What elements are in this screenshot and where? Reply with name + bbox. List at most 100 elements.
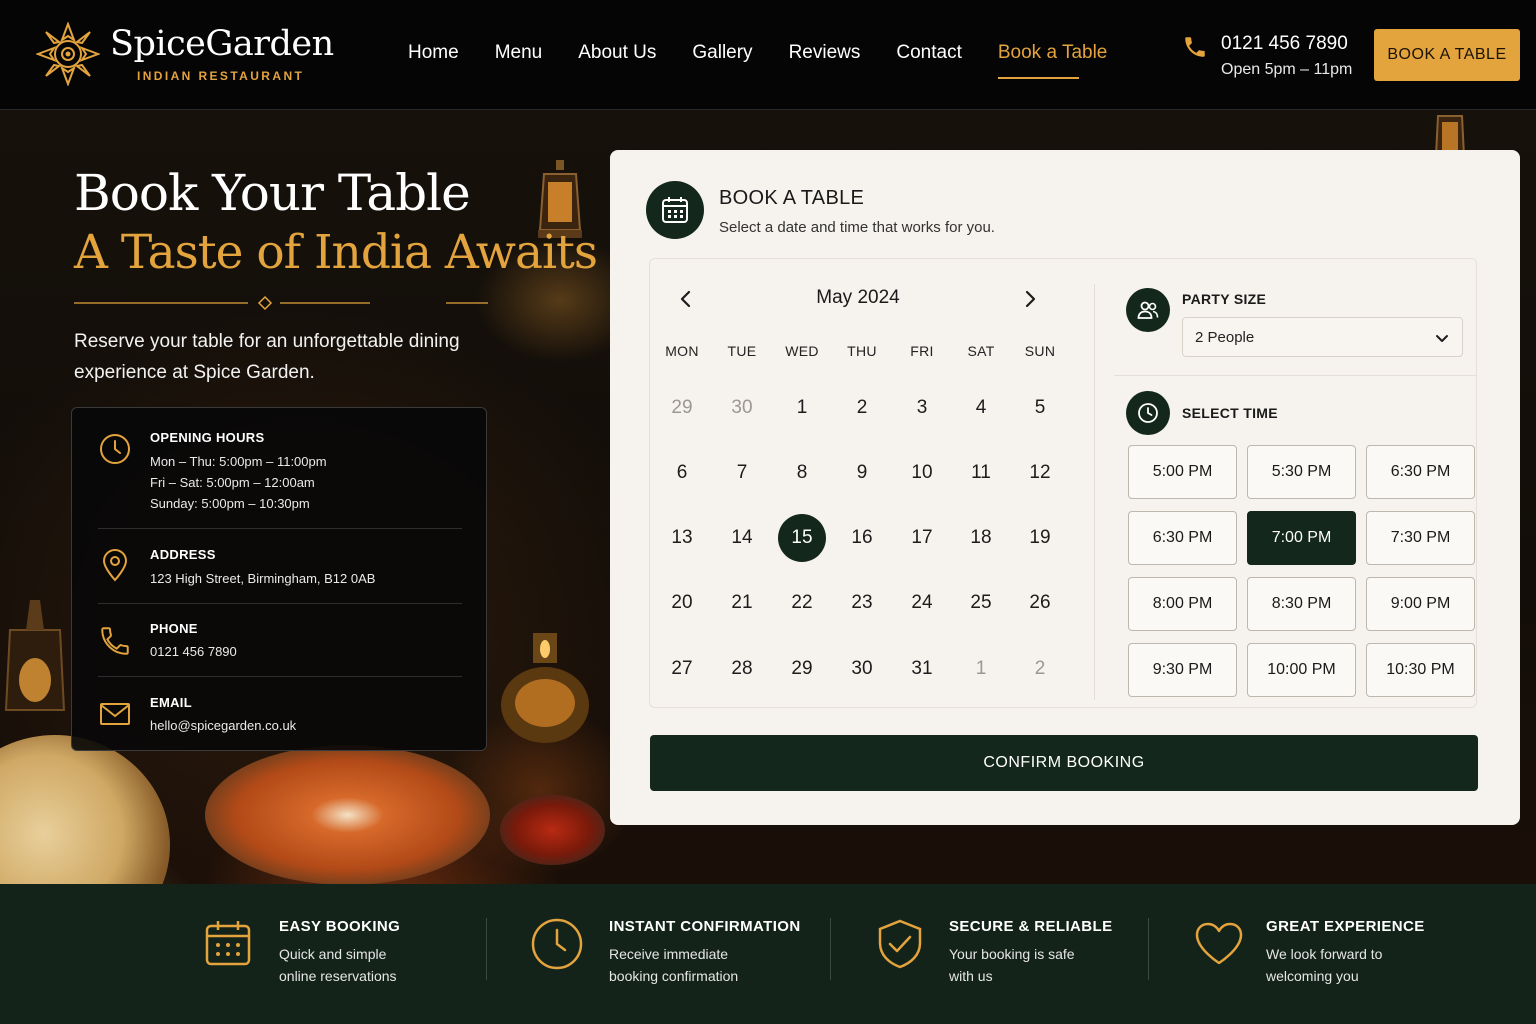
phone-text[interactable]: 0121 456 7890 [150, 641, 237, 662]
nav-menu[interactable]: Menu [495, 42, 543, 64]
header-phone-number[interactable]: 0121 456 7890 [1221, 33, 1348, 55]
feature-text: Your booking is safe with us [949, 946, 1075, 984]
calendar-day[interactable]: 17 [898, 514, 946, 562]
chevron-down-icon [1436, 335, 1448, 342]
calendar-day[interactable]: 3 [898, 384, 946, 432]
weekday-label: MON [665, 343, 699, 359]
calendar-day[interactable]: 24 [898, 579, 946, 627]
weekday-label: SAT [967, 343, 995, 359]
header-book-table-button[interactable]: BOOK A TABLE [1374, 29, 1520, 81]
brass-pot-decoration [501, 633, 589, 743]
panel-divider [1094, 284, 1095, 700]
calendar-day[interactable]: 2 [1016, 645, 1064, 693]
calendar-day[interactable]: 29 [658, 384, 706, 432]
opening-hours-line: Sunday: 5:00pm – 10:30pm [150, 496, 310, 511]
calendar-day[interactable]: 7 [718, 449, 766, 497]
time-slot[interactable]: 5:00 PM [1128, 445, 1237, 499]
party-size-select[interactable]: 2 People [1182, 317, 1463, 357]
time-slot[interactable]: 5:30 PM [1247, 445, 1356, 499]
nav-about-us[interactable]: About Us [578, 42, 656, 64]
hero-subtitle: A Taste of India Awaits [74, 225, 598, 280]
calendar-icon [205, 921, 251, 966]
feature-text: Quick and simple online reservations [279, 946, 397, 984]
time-slot-selected[interactable]: 7:00 PM [1247, 511, 1356, 565]
calendar-day[interactable]: 21 [718, 579, 766, 627]
calendar-day[interactable]: 6 [658, 449, 706, 497]
booking-panel-icon-badge [646, 181, 704, 239]
calendar-day[interactable]: 1 [957, 645, 1005, 693]
next-month-chevron-icon[interactable] [1018, 287, 1042, 311]
feature-separator [830, 918, 831, 980]
opening-hours-row: OPENING HOURS Mon – Thu: 5:00pm – 11:00p… [98, 430, 462, 528]
calendar-day[interactable]: 2 [838, 384, 886, 432]
calendar-day[interactable]: 27 [658, 645, 706, 693]
opening-hours-heading: OPENING HOURS [150, 430, 265, 445]
time-slot[interactable]: 9:30 PM [1128, 643, 1237, 697]
feature-separator [1148, 918, 1149, 980]
calendar-day[interactable]: 16 [838, 514, 886, 562]
brand-name[interactable]: SpiceGarden [110, 24, 334, 64]
mandala-logo-icon [36, 22, 100, 86]
address-row: ADDRESS 123 High Street, Birmingham, B12… [98, 528, 462, 603]
calendar-day[interactable]: 30 [718, 384, 766, 432]
heart-icon [1195, 922, 1243, 965]
calendar-day[interactable]: 31 [898, 645, 946, 693]
email-text[interactable]: hello@spicegarden.co.uk [150, 715, 296, 736]
nav-reviews[interactable]: Reviews [789, 42, 861, 64]
shield-check-icon [878, 919, 922, 969]
envelope-icon [100, 703, 130, 725]
calendar-day[interactable]: 30 [838, 645, 886, 693]
features-bar: EASY BOOKING Quick and simple online res… [0, 884, 1536, 1024]
ornament-divider [74, 295, 488, 311]
opening-hours-line: Fri – Sat: 5:00pm – 12:00am [150, 475, 315, 490]
nav-home[interactable]: Home [408, 42, 459, 64]
clock-icon [100, 434, 130, 464]
calendar-day[interactable]: 23 [838, 579, 886, 627]
calendar-day[interactable]: 25 [957, 579, 1005, 627]
calendar-day[interactable]: 13 [658, 514, 706, 562]
calendar-day[interactable]: 19 [1016, 514, 1064, 562]
time-slot[interactable]: 10:30 PM [1366, 643, 1475, 697]
calendar-day[interactable]: 18 [957, 514, 1005, 562]
calendar-day[interactable]: 10 [898, 449, 946, 497]
calendar-day[interactable]: 20 [658, 579, 706, 627]
confirm-booking-button[interactable]: CONFIRM BOOKING [650, 735, 1478, 791]
calendar-day[interactable]: 1 [778, 384, 826, 432]
curry-bowl-image [205, 745, 490, 885]
candle-lantern-decoration [4, 600, 66, 711]
calendar-day[interactable]: 22 [778, 579, 826, 627]
calendar-day[interactable]: 11 [957, 449, 1005, 497]
calendar-day[interactable]: 12 [1016, 449, 1064, 497]
calendar-day[interactable]: 14 [718, 514, 766, 562]
calendar-day[interactable]: 26 [1016, 579, 1064, 627]
calendar-day[interactable]: 28 [718, 645, 766, 693]
calendar-day[interactable]: 4 [957, 384, 1005, 432]
feature-text: We look forward to welcoming you [1266, 946, 1383, 984]
prev-month-chevron-icon[interactable] [674, 287, 698, 311]
feature-title: INSTANT CONFIRMATION [609, 918, 801, 935]
opening-hours-line: Mon – Thu: 5:00pm – 11:00pm [150, 454, 327, 469]
calendar-day[interactable]: 5 [1016, 384, 1064, 432]
time-slot[interactable]: 6:30 PM [1366, 445, 1475, 499]
party-icon-badge [1126, 288, 1170, 332]
time-slot[interactable]: 6:30 PM [1128, 511, 1237, 565]
calendar-day-selected[interactable]: 15 [778, 514, 826, 562]
time-slot[interactable]: 10:00 PM [1247, 643, 1356, 697]
hero-description: Reserve your table for an unforgettable … [74, 331, 460, 383]
calendar-icon [662, 197, 688, 223]
nav-contact[interactable]: Contact [896, 42, 961, 64]
nav-gallery[interactable]: Gallery [692, 42, 752, 64]
phone-heading: PHONE [150, 621, 198, 636]
feature-title: GREAT EXPERIENCE [1266, 918, 1425, 935]
calendar-day[interactable]: 8 [778, 449, 826, 497]
feature-separator [486, 918, 487, 980]
time-slot[interactable]: 8:00 PM [1128, 577, 1237, 631]
calendar-day[interactable]: 29 [778, 645, 826, 693]
time-slot[interactable]: 8:30 PM [1247, 577, 1356, 631]
time-slot[interactable]: 7:30 PM [1366, 511, 1475, 565]
calendar-day[interactable]: 9 [838, 449, 886, 497]
time-slot[interactable]: 9:00 PM [1366, 577, 1475, 631]
nav-book-a-table[interactable]: Book a Table [997, 42, 1107, 79]
feature-title: EASY BOOKING [279, 918, 401, 935]
select-time-label: SELECT TIME [1182, 405, 1278, 421]
